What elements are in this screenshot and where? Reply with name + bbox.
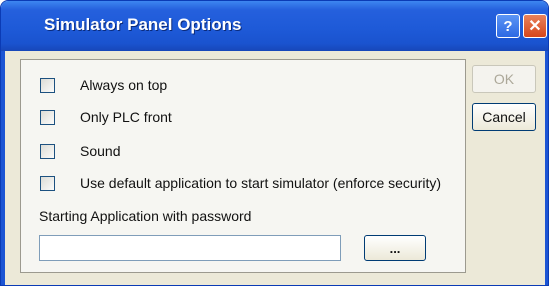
help-button[interactable]: ?: [496, 14, 520, 38]
default-application-label[interactable]: Use default application to start simulat…: [80, 175, 441, 191]
sound-checkbox[interactable]: [40, 143, 55, 159]
only-plc-front-label[interactable]: Only PLC front: [80, 109, 172, 125]
close-icon: ✕: [528, 18, 542, 35]
close-button[interactable]: ✕: [523, 14, 547, 38]
always-on-top-checkbox[interactable]: [40, 77, 55, 93]
options-panel: Always on top Only PLC front Sound Use d…: [20, 59, 466, 273]
default-application-checkbox[interactable]: [40, 175, 55, 191]
cancel-button[interactable]: Cancel: [472, 103, 536, 131]
window-frame-right: [545, 51, 548, 285]
password-label: Starting Application with password: [39, 208, 252, 224]
title-bar[interactable]: Simulator Panel Options ? ✕: [1, 1, 548, 51]
always-on-top-label[interactable]: Always on top: [80, 77, 167, 93]
option-sound[interactable]: Sound: [40, 140, 120, 162]
option-default-application[interactable]: Use default application to start simulat…: [40, 172, 441, 194]
simulator-panel-options-dialog: Simulator Panel Options ? ✕ Always on to…: [0, 0, 549, 286]
option-only-plc-front[interactable]: Only PLC front: [40, 106, 172, 128]
option-always-on-top[interactable]: Always on top: [40, 74, 167, 96]
dialog-title: Simulator Panel Options: [44, 15, 242, 34]
browse-button[interactable]: ...: [364, 235, 426, 261]
only-plc-front-checkbox[interactable]: [40, 109, 55, 125]
sound-label[interactable]: Sound: [80, 143, 120, 159]
ok-button[interactable]: OK: [472, 65, 536, 93]
password-input[interactable]: [39, 235, 341, 261]
help-icon: ?: [503, 17, 513, 35]
window-frame-left: [1, 51, 5, 285]
